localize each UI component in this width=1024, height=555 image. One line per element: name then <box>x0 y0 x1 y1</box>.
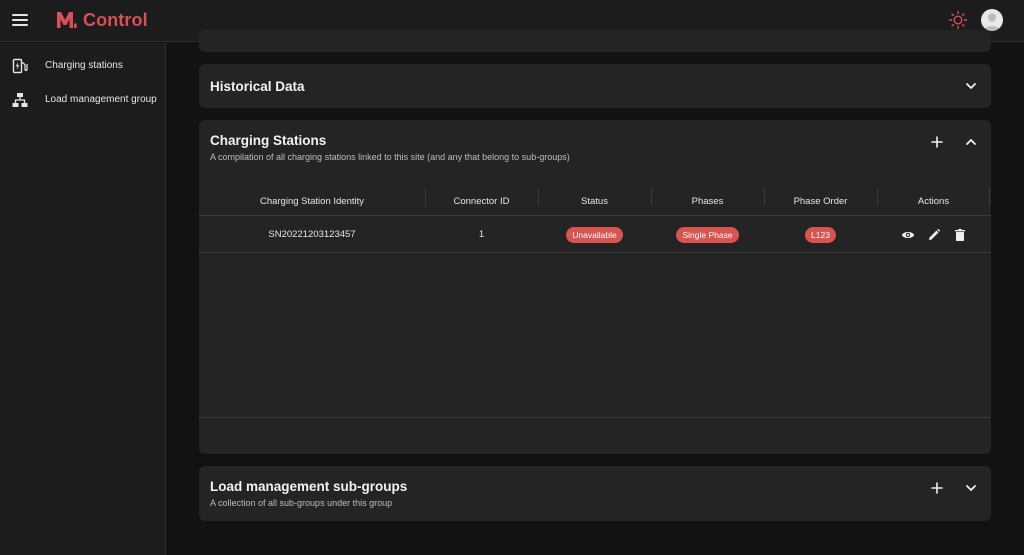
hierarchy-icon <box>12 93 28 107</box>
view-icon[interactable] <box>901 228 915 242</box>
sidebar-item-charging-stations[interactable]: Charging stations <box>0 51 165 81</box>
delete-icon[interactable] <box>953 228 967 242</box>
column-separator <box>651 188 652 206</box>
section-subtitle: A collection of all sub-groups under thi… <box>210 498 393 508</box>
charging-stations-card: Charging Stations A compilation of all c… <box>199 120 991 454</box>
table-row[interactable]: SN20221203123457 1 Unavailable Single Ph… <box>199 216 991 253</box>
sidebar-item-label: Charging stations <box>45 60 123 71</box>
column-separator <box>425 188 426 206</box>
column-header-identity[interactable]: Charging Station Identity <box>199 186 425 216</box>
table-footer-divider <box>199 417 991 418</box>
cell-connector-id: 1 <box>478 229 485 240</box>
section-title: Load management sub-groups <box>210 479 408 494</box>
cell-phases: Single Phase <box>651 216 764 253</box>
section-title: Historical Data <box>210 79 305 94</box>
user-avatar[interactable] <box>981 9 1003 31</box>
collapsed-section-card <box>199 30 991 52</box>
ev-charger-icon <box>12 58 28 74</box>
table-header: Charging Station Identity Connector ID S… <box>199 186 991 216</box>
chevron-up-icon[interactable] <box>962 133 980 151</box>
brand-name: Control <box>83 9 148 30</box>
column-separator <box>538 188 539 206</box>
user-silhouette-icon <box>983 13 1001 31</box>
brand-m-logo-icon <box>57 12 77 28</box>
status-badge: Unavailable <box>566 226 623 243</box>
sidebar: Charging stations Load management group <box>0 43 166 555</box>
section-subtitle: A compilation of all charging stations l… <box>210 152 570 162</box>
cell-identity: SN20221203123457 <box>268 229 356 240</box>
sun-icon[interactable] <box>948 10 968 30</box>
load-management-subgroups-card: Load management sub-groups A collection … <box>199 466 991 521</box>
column-header-phase-order[interactable]: Phase Order <box>764 186 877 216</box>
phases-badge: Single Phase <box>676 226 739 243</box>
sidebar-item-label: Load management group <box>45 94 157 105</box>
cell-phase-order: L123 <box>764 216 877 253</box>
edit-icon[interactable] <box>927 228 941 242</box>
plus-icon[interactable] <box>928 479 946 497</box>
phase-order-badge: L123 <box>805 226 836 243</box>
chevron-down-icon[interactable] <box>962 479 980 497</box>
column-separator <box>764 188 765 206</box>
column-separator <box>989 188 990 206</box>
column-header-connector-id[interactable]: Connector ID <box>425 186 538 216</box>
column-header-phases[interactable]: Phases <box>651 186 764 216</box>
chevron-down-icon[interactable] <box>962 77 980 95</box>
historical-data-card[interactable]: Historical Data <box>199 64 991 108</box>
cell-status: Unavailable <box>538 216 651 253</box>
plus-icon[interactable] <box>928 133 946 151</box>
hamburger-menu-icon[interactable] <box>11 11 29 29</box>
column-separator <box>877 188 878 206</box>
column-header-status[interactable]: Status <box>538 186 651 216</box>
sidebar-item-load-management-group[interactable]: Load management group <box>0 85 165 115</box>
cell-actions <box>877 216 990 253</box>
column-header-actions: Actions <box>917 195 950 207</box>
section-title: Charging Stations <box>210 133 327 148</box>
brand-logo[interactable]: Control <box>55 8 148 32</box>
